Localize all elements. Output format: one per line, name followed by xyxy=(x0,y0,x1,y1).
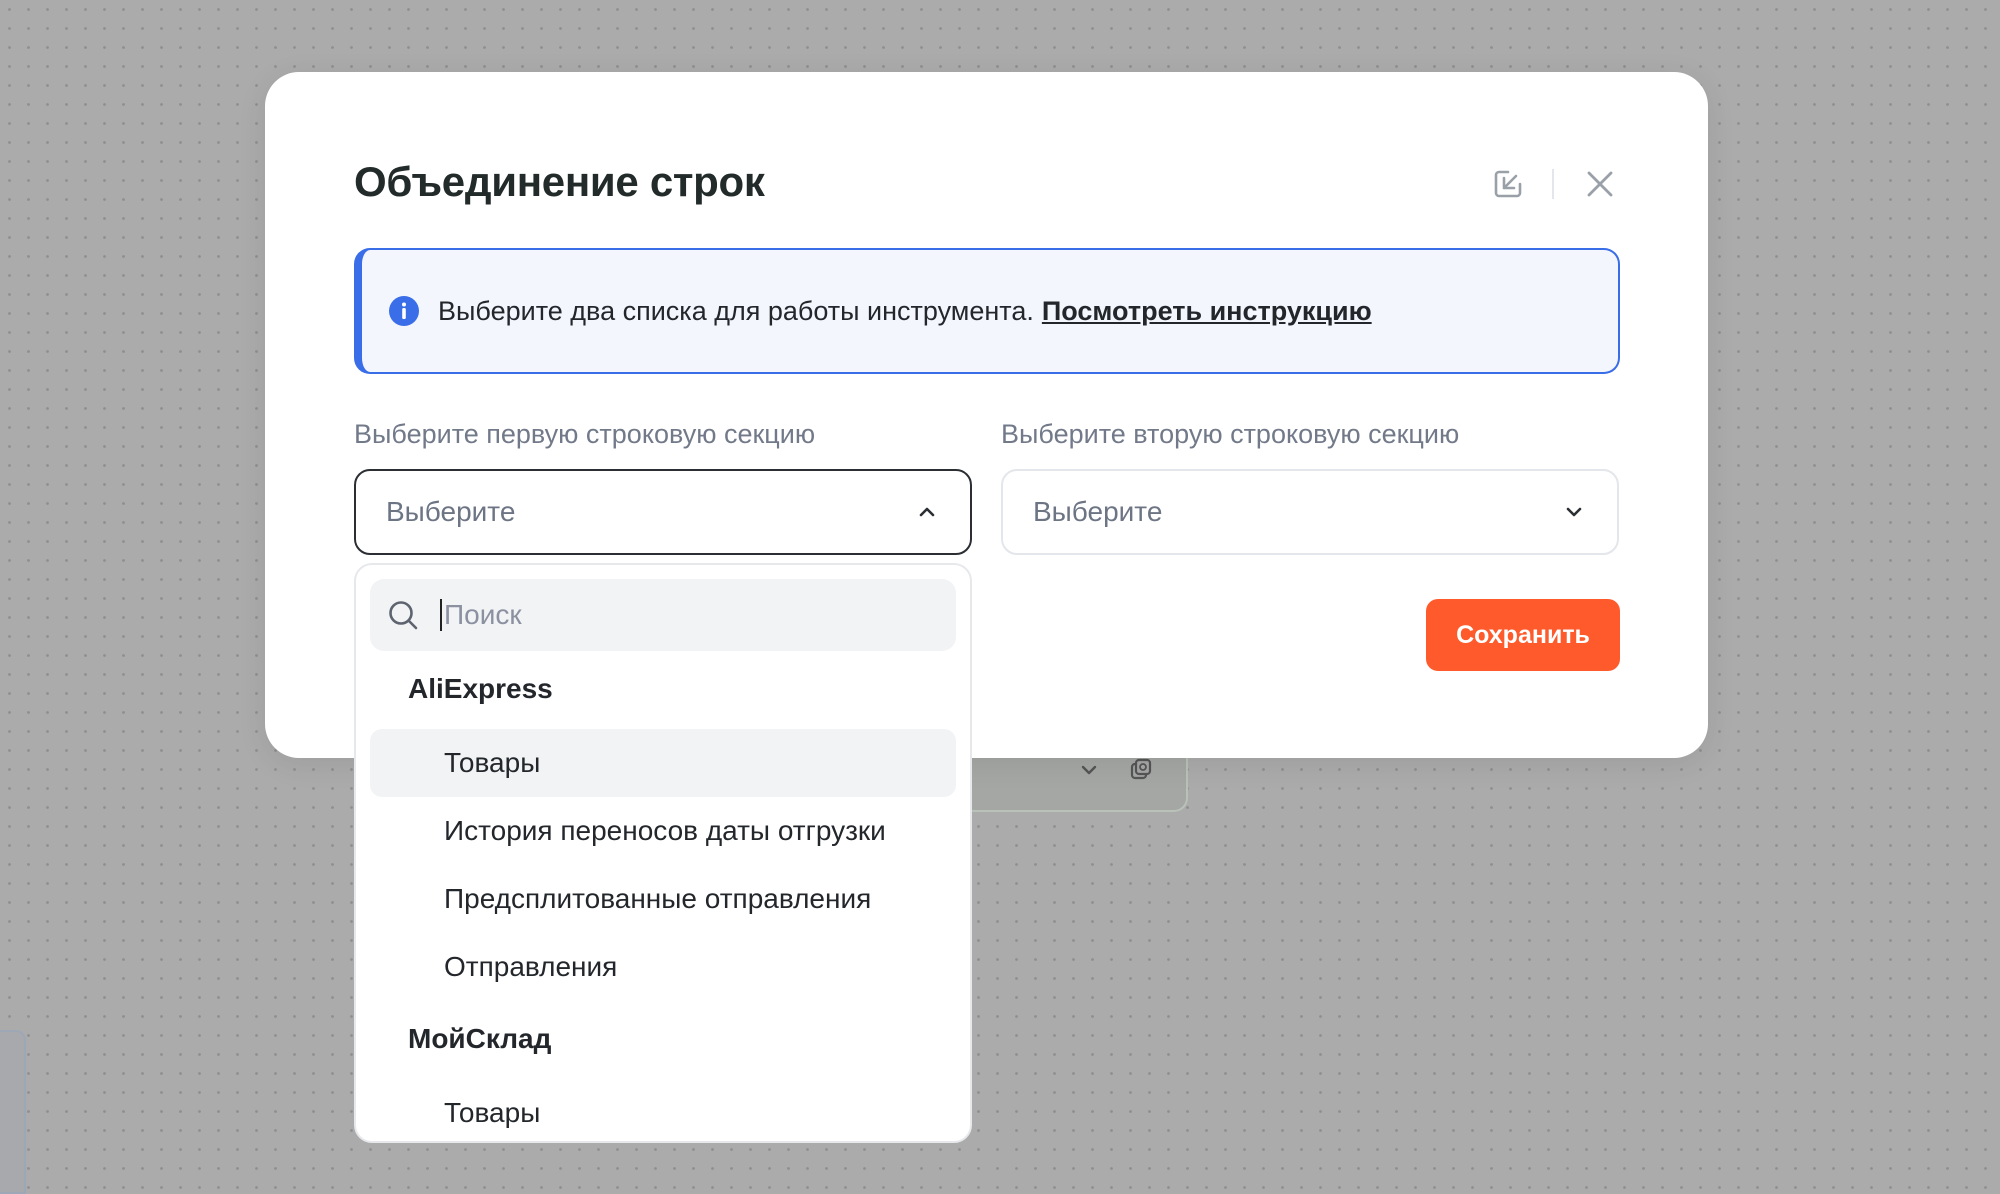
modal-title: Объединение строк xyxy=(354,158,765,205)
background-copy-icon xyxy=(1130,758,1152,780)
first-section-label: Выберите первую строковую секцию xyxy=(354,419,816,449)
collapse-arrow-icon xyxy=(1494,170,1522,198)
chevron-down-icon xyxy=(1566,507,1582,517)
save-button[interactable]: Сохранить xyxy=(1426,599,1620,671)
background-panel-fragment xyxy=(0,1030,26,1194)
second-section-value: Выберите xyxy=(1033,496,1163,527)
group-header-moysklad: МойСклад xyxy=(408,1023,552,1054)
header-divider xyxy=(1552,169,1554,199)
group-header-aliexpress: AliExpress xyxy=(408,673,553,704)
option-aliexpress-shipments[interactable]: Отправления xyxy=(370,933,956,1001)
second-section-label: Выберите вторую строковую секцию xyxy=(1001,419,1460,449)
option-aliexpress-presplit-shipments[interactable]: Предсплитованные отправления xyxy=(370,865,956,933)
collapse-button[interactable] xyxy=(1488,164,1528,204)
option-aliexpress-products[interactable]: Товары xyxy=(370,729,956,797)
modal-header-actions xyxy=(1488,164,1620,204)
option-aliexpress-shipment-date-history[interactable]: История переносов даты отгрузки xyxy=(370,797,956,865)
view-instructions-link[interactable]: Посмотреть инструкцию xyxy=(1042,296,1372,327)
dropdown-search-input[interactable] xyxy=(444,595,924,635)
close-icon xyxy=(1587,171,1613,197)
info-icon xyxy=(389,296,419,326)
first-section-value: Выберите xyxy=(386,496,516,527)
search-icon xyxy=(389,601,418,630)
close-button[interactable] xyxy=(1580,164,1620,204)
background-chevron-down-icon xyxy=(1081,765,1097,775)
first-section-select[interactable]: Выберите xyxy=(354,469,972,555)
info-text: Выберите два списка для работы инструмен… xyxy=(438,295,1034,326)
second-section-select[interactable]: Выберите xyxy=(1001,469,1619,555)
option-moysklad-products[interactable]: Товары xyxy=(370,1079,956,1141)
dropdown-search xyxy=(370,579,956,651)
chevron-up-icon xyxy=(919,507,935,517)
text-cursor xyxy=(440,599,442,631)
first-section-dropdown: AliExpress Товары История переносов даты… xyxy=(354,563,972,1143)
info-banner: Выберите два списка для работы инструмен… xyxy=(354,248,1620,374)
